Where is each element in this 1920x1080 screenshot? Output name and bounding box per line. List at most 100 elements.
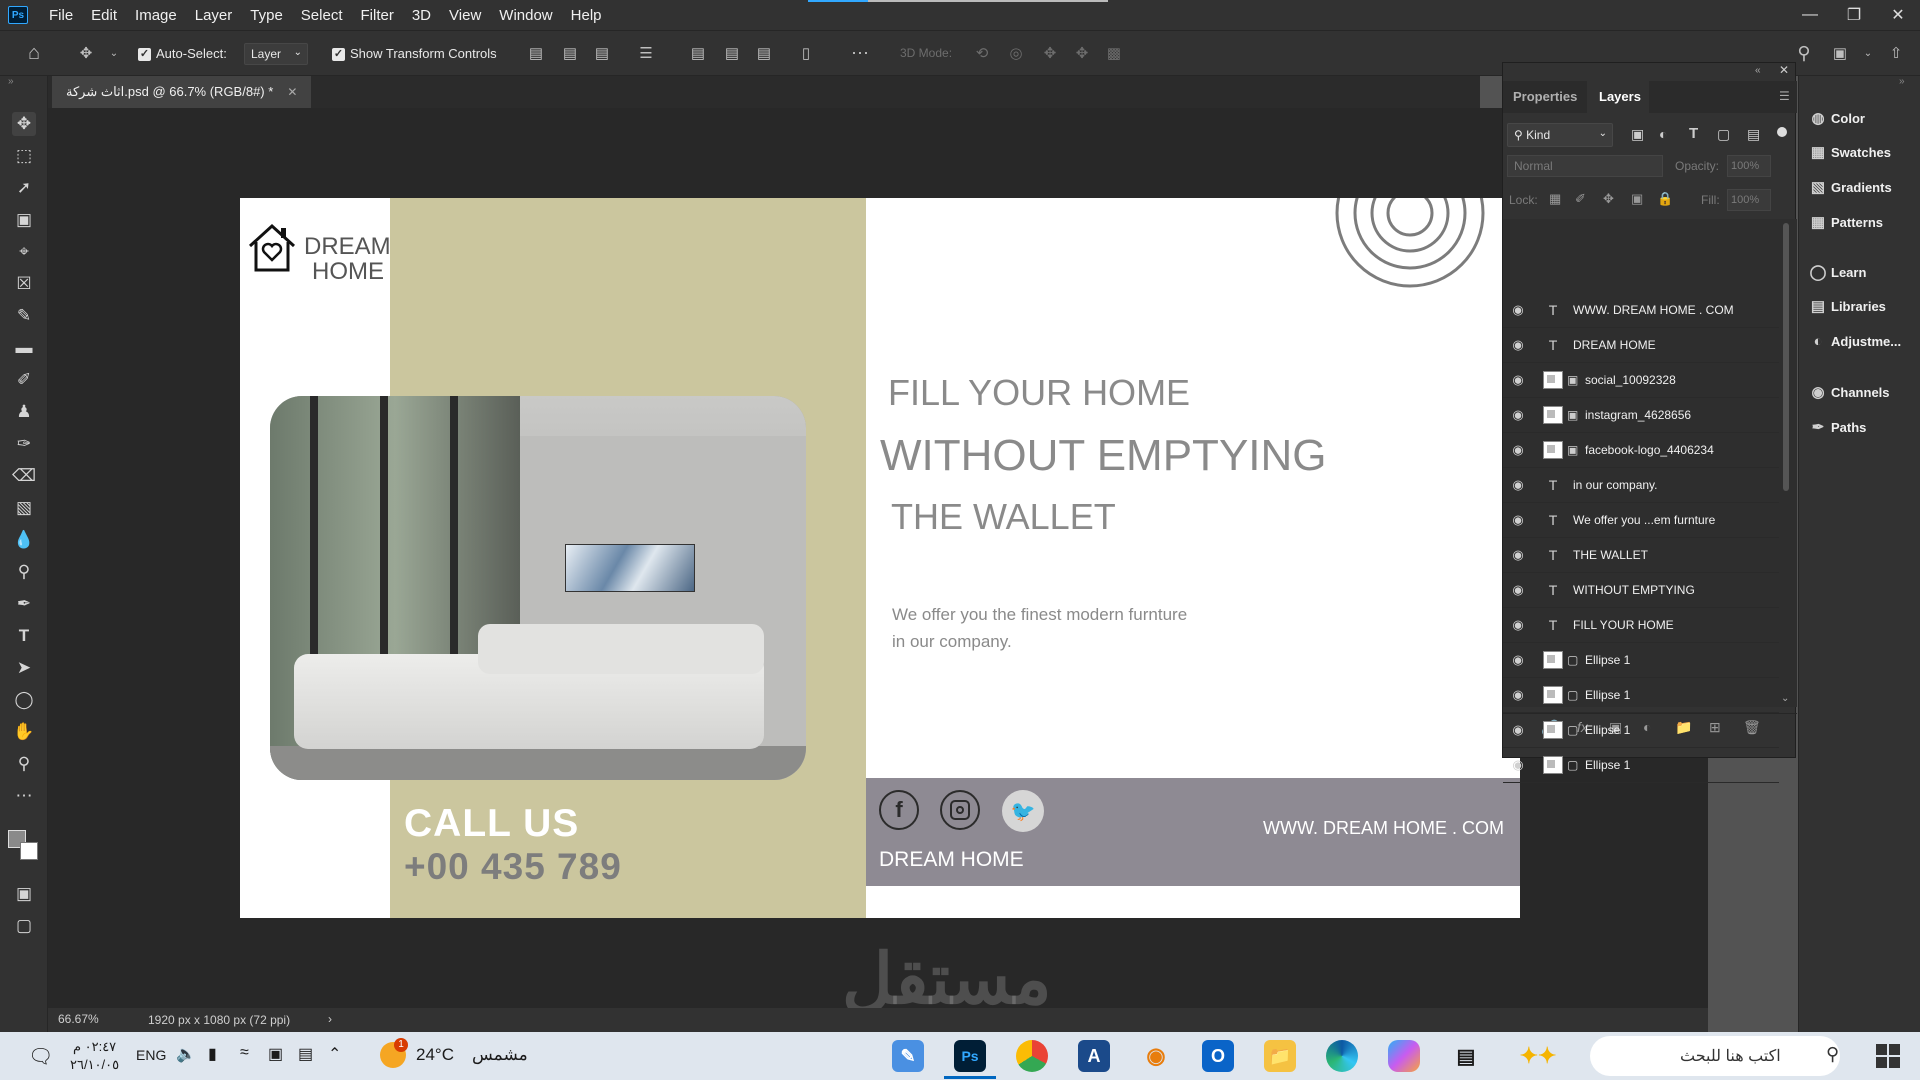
auto-select-checkbox[interactable]: ✓ bbox=[138, 48, 151, 61]
eye-visibility-icon[interactable]: ◉ bbox=[1503, 687, 1533, 703]
chrome-icon[interactable] bbox=[1016, 1040, 1048, 1072]
chevron-down-icon[interactable]: ⌄ bbox=[1858, 43, 1878, 63]
type-tool-icon[interactable]: T bbox=[12, 624, 36, 648]
menu-help[interactable]: Help bbox=[562, 7, 611, 24]
gradient-tool-icon[interactable]: ▧ bbox=[12, 496, 36, 520]
eye-visibility-icon[interactable]: ◉ bbox=[1503, 372, 1533, 388]
pen-tool-icon[interactable]: ✒ bbox=[12, 592, 36, 616]
more-options-icon[interactable]: ⋯ bbox=[850, 43, 870, 63]
search-icon[interactable]: ⚲ bbox=[1794, 43, 1814, 63]
menu-image[interactable]: Image bbox=[126, 7, 186, 24]
dock-libraries[interactable]: ▤ Libraries bbox=[1799, 292, 1920, 320]
photoshop-taskbar-icon[interactable]: Ps bbox=[954, 1040, 986, 1072]
dodge-tool-icon[interactable]: ⚲ bbox=[12, 560, 36, 584]
brush-tool-icon[interactable]: ✐ bbox=[12, 368, 36, 392]
dock-patterns[interactable]: ▦ Patterns bbox=[1799, 208, 1920, 236]
lock-transparent-icon[interactable]: ▦ bbox=[1549, 191, 1561, 207]
menu-3d[interactable]: 3D bbox=[403, 7, 440, 24]
weather-temp[interactable]: 24°C bbox=[416, 1045, 454, 1065]
path-select-icon[interactable]: ➤ bbox=[12, 656, 36, 680]
blender-icon[interactable]: ◉ bbox=[1140, 1040, 1172, 1072]
eye-visibility-icon[interactable]: ◉ bbox=[1503, 547, 1533, 563]
menu-select[interactable]: Select bbox=[292, 7, 352, 24]
collapse-icon[interactable]: » bbox=[8, 76, 14, 87]
history-brush-icon[interactable]: ✑ bbox=[12, 432, 36, 456]
copilot-icon[interactable] bbox=[1388, 1040, 1420, 1072]
close-panel-icon[interactable]: ✕ bbox=[1779, 63, 1789, 77]
layer-row[interactable]: ◉ ▣ social_10092328 bbox=[1503, 363, 1779, 398]
tab-layers[interactable]: Layers bbox=[1587, 81, 1649, 113]
layer-row[interactable]: ◉ T THE WALLET bbox=[1503, 538, 1779, 573]
chevron-down-icon[interactable]: ⌄ bbox=[104, 43, 124, 63]
search-icon[interactable]: ⚲ bbox=[1826, 1044, 1839, 1065]
menu-view[interactable]: View bbox=[440, 7, 490, 24]
tab-properties[interactable]: Properties bbox=[1513, 89, 1577, 104]
layer-row[interactable]: ◉ T We offer you ...em furnture bbox=[1503, 503, 1779, 538]
frame-tool-icon[interactable]: ☒ bbox=[12, 272, 36, 296]
layer-row[interactable]: ◉ T DREAM HOME bbox=[1503, 328, 1779, 363]
task-view-icon[interactable]: ▤ bbox=[1450, 1040, 1482, 1072]
language-indicator[interactable]: ENG bbox=[136, 1047, 166, 1063]
menu-layer[interactable]: Layer bbox=[186, 7, 242, 24]
windows-start-icon[interactable] bbox=[1876, 1044, 1900, 1068]
dock-color[interactable]: ◍ Color bbox=[1799, 104, 1920, 132]
more-tools-icon[interactable]: ⋯ bbox=[12, 784, 36, 808]
transform-controls-checkbox[interactable]: ✓ bbox=[332, 48, 345, 61]
menu-window[interactable]: Window bbox=[490, 7, 561, 24]
minimize-icon[interactable]: — bbox=[1788, 0, 1832, 30]
wifi-icon[interactable]: ≈ bbox=[240, 1044, 249, 1062]
layer-row[interactable]: ◉ ▢ Ellipse 1 bbox=[1503, 713, 1779, 748]
fill-field[interactable]: 100% bbox=[1727, 189, 1771, 211]
notification-icon[interactable]: 🗨 bbox=[28, 1044, 53, 1069]
layer-row[interactable]: ◉ ▢ Ellipse 1 bbox=[1503, 748, 1779, 783]
chevron-right-icon[interactable]: › bbox=[328, 1012, 332, 1026]
clone-stamp-icon[interactable]: ♟ bbox=[12, 400, 36, 424]
layer-row[interactable]: ◉ Tin our company. bbox=[1503, 468, 1779, 503]
device-icon[interactable]: ▤ bbox=[298, 1044, 313, 1064]
layers-scrollbar[interactable] bbox=[1783, 223, 1789, 491]
close-tab-icon[interactable]: ✕ bbox=[287, 85, 297, 99]
document-info[interactable]: 1920 px x 1080 px (72 ppi) bbox=[148, 1013, 290, 1027]
eye-visibility-icon[interactable]: ◉ bbox=[1503, 302, 1533, 318]
type-filter-icon[interactable]: T bbox=[1689, 125, 1698, 142]
share-icon[interactable]: ⇧ bbox=[1886, 43, 1906, 63]
screen-mode-icon[interactable]: ▢ bbox=[12, 914, 36, 938]
align-left-icon[interactable]: ▤ bbox=[526, 43, 546, 63]
align-middle-icon[interactable]: ▤ bbox=[722, 43, 742, 63]
smart-object-filter-icon[interactable]: ▤ bbox=[1747, 126, 1760, 143]
blur-tool-icon[interactable]: 💧 bbox=[12, 528, 36, 552]
quick-mask-icon[interactable]: ▣ bbox=[12, 882, 36, 906]
dock-adjustments[interactable]: ◐ Adjustme... bbox=[1799, 327, 1920, 355]
eye-visibility-icon[interactable]: ◉ bbox=[1503, 477, 1533, 493]
layer-row[interactable]: ◉ ▢ Ellipse 1 bbox=[1503, 678, 1779, 713]
affinity-icon[interactable]: A bbox=[1078, 1040, 1110, 1072]
zoom-level[interactable]: 66.67% bbox=[58, 1012, 99, 1026]
opacity-field[interactable]: 100% bbox=[1727, 155, 1771, 177]
distribute-vertical-icon[interactable]: ▯ bbox=[796, 43, 816, 63]
collapse-panel-icon[interactable]: « bbox=[1755, 65, 1761, 76]
chevron-down-icon[interactable]: ⌄ bbox=[1781, 693, 1789, 704]
auto-select-dropdown[interactable]: Layer ⌄ bbox=[244, 43, 308, 65]
move-tool-icon[interactable]: ✥ bbox=[76, 43, 96, 63]
layer-row[interactable]: ◉ T WITHOUT EMPTYING bbox=[1503, 573, 1779, 608]
align-center-icon[interactable]: ▤ bbox=[560, 43, 580, 63]
restore-icon[interactable]: ❐ bbox=[1832, 0, 1876, 30]
layer-row[interactable]: ◉ ▣ instagram_4628656 bbox=[1503, 398, 1779, 433]
eye-visibility-icon[interactable]: ◉ bbox=[1503, 722, 1533, 738]
align-right-icon[interactable]: ▤ bbox=[592, 43, 612, 63]
dock-paths[interactable]: ✒ Paths bbox=[1799, 413, 1920, 441]
healing-brush-icon[interactable]: ▬ bbox=[12, 336, 36, 360]
weather-text[interactable]: مشمس bbox=[472, 1045, 528, 1065]
align-top-icon[interactable]: ▤ bbox=[688, 43, 708, 63]
eye-visibility-icon[interactable]: ◉ bbox=[1503, 512, 1533, 528]
align-bottom-icon[interactable]: ▤ bbox=[754, 43, 774, 63]
clock[interactable]: ٠٢:٤٧ م ٢٦/١٠/٠٥ bbox=[70, 1038, 119, 1074]
marquee-tool-icon[interactable]: ⬚ bbox=[12, 144, 36, 168]
distribute-icon[interactable]: ☰ bbox=[636, 43, 656, 63]
volume-icon[interactable]: 🔈 bbox=[176, 1044, 196, 1064]
eye-visibility-icon[interactable]: ◉ bbox=[1503, 442, 1533, 458]
layer-row[interactable]: ◉ T FILL YOUR HOME bbox=[1503, 608, 1779, 643]
dock-swatches[interactable]: ▦ Swatches bbox=[1799, 138, 1920, 166]
home-icon[interactable]: ⌂ bbox=[24, 42, 44, 64]
move-tool-icon[interactable]: ✥ bbox=[12, 112, 36, 136]
